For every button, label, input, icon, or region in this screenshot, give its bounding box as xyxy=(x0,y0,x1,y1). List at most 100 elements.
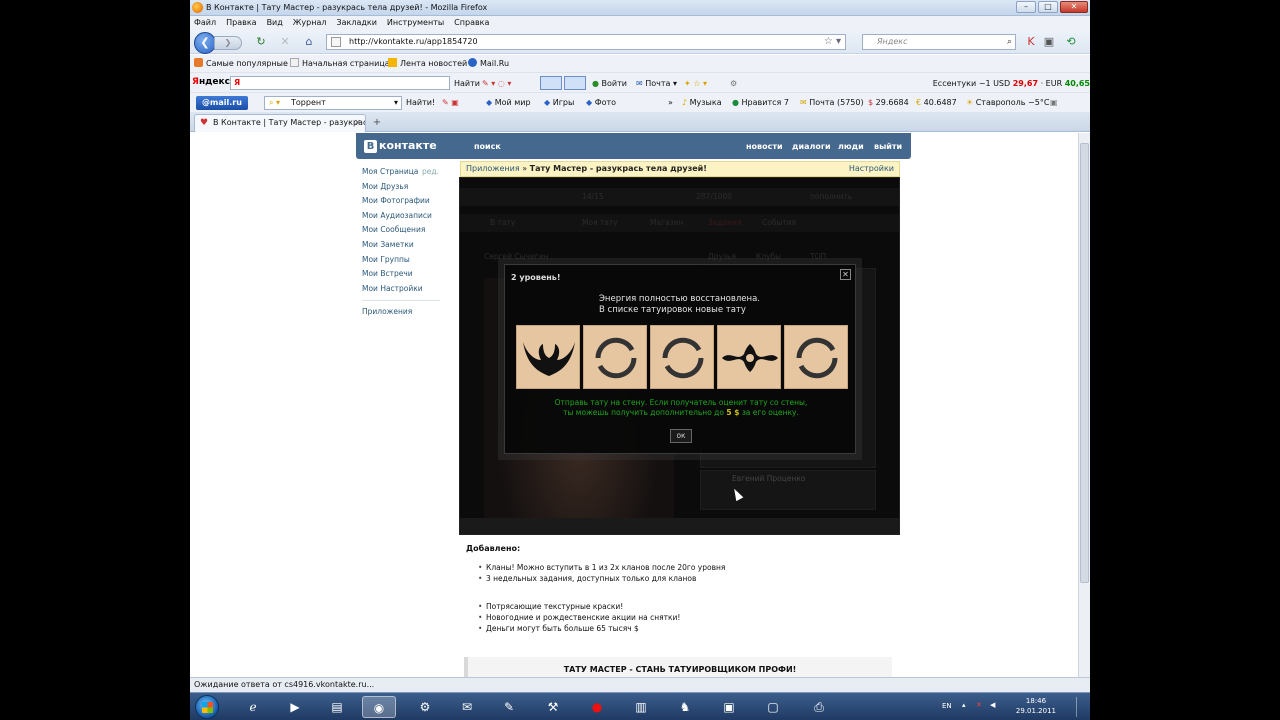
yandex-mail[interactable]: ✉ Почта ▾ xyxy=(636,79,677,88)
mailru-settings-icon[interactable]: ▣ xyxy=(1050,98,1058,107)
vk-news-link[interactable]: новости xyxy=(746,142,783,151)
mailru-music[interactable]: ♪ Музыка xyxy=(682,98,722,107)
app-taskbar-icon[interactable]: ✎ xyxy=(492,696,526,718)
yandex-settings-icon[interactable]: ⚙ xyxy=(730,79,737,88)
search-icon[interactable]: ⌕ xyxy=(1007,35,1012,49)
menu-bookmarks[interactable]: Закладки xyxy=(336,16,376,30)
bookmark-mailru[interactable]: Mail.Ru xyxy=(468,58,509,68)
vk-menu-messages[interactable]: Мои Сообщения xyxy=(362,225,452,240)
addon-frame-icon[interactable]: ▣ xyxy=(1042,35,1056,49)
volume-icon[interactable]: ◀ xyxy=(990,701,995,709)
vk-menu-photos[interactable]: Мои Фотографии xyxy=(362,196,452,211)
mailru-likes[interactable]: ● Нравится 7 xyxy=(732,98,789,107)
menu-edit[interactable]: Правка xyxy=(226,16,256,30)
bookmark-start-page[interactable]: Начальная страница xyxy=(290,58,390,68)
menu-help[interactable]: Справка xyxy=(454,16,489,30)
mailru-photo[interactable]: ◆ Фото xyxy=(586,98,616,107)
game-taskbar-icon[interactable]: ♞ xyxy=(668,696,702,718)
reload-icon[interactable]: ↻ xyxy=(254,35,268,49)
window-taskbar-icon[interactable]: ▢ xyxy=(756,696,790,718)
vk-edit-link[interactable]: ред. xyxy=(422,167,439,176)
dialog-close-button[interactable]: ✕ xyxy=(840,269,851,280)
vk-people-link[interactable]: люди xyxy=(838,142,864,151)
yandex-bonus-icon[interactable]: ✦ ☆ ▾ xyxy=(684,79,707,88)
mailru-find-button[interactable]: Найти! xyxy=(406,98,435,107)
vk-menu-my-page[interactable]: Моя Страница ред. xyxy=(362,167,452,182)
menu-file[interactable]: Файл xyxy=(194,16,216,30)
mailru-overflow-icon[interactable]: » xyxy=(668,98,673,107)
vk-menu-apps[interactable]: Приложения xyxy=(362,307,452,322)
tattoo-card-loading[interactable] xyxy=(583,325,647,389)
vk-dialogs-link[interactable]: диалоги xyxy=(792,142,831,151)
mailru-search-input[interactable]: ⌕ ▾ Торрент ▾ xyxy=(264,96,402,110)
maximize-button[interactable]: □ xyxy=(1038,1,1058,13)
stop-icon[interactable]: ✕ xyxy=(278,35,292,49)
tool-taskbar-icon[interactable]: ⚒ xyxy=(536,696,570,718)
yandex-login[interactable]: ● Войти xyxy=(592,79,627,88)
vk-menu-settings[interactable]: Мои Настройки xyxy=(362,284,452,299)
mailru-my-world[interactable]: ◆ Мой мир xyxy=(486,98,531,107)
search-input[interactable]: Яндекс ⌕ xyxy=(862,34,1016,50)
vk-menu-audio[interactable]: Мои Аудиозаписи xyxy=(362,211,452,226)
show-desktop-button[interactable] xyxy=(1076,697,1086,717)
vk-logout-link[interactable]: выйти xyxy=(874,142,902,151)
bookmark-news-feed[interactable]: Лента новостей xyxy=(388,58,467,68)
scrollbar-thumb[interactable] xyxy=(1080,143,1089,583)
tattoo-card-loading[interactable] xyxy=(784,325,848,389)
yandex-logo[interactable]: Яндекс xyxy=(192,77,230,87)
mail-taskbar-icon[interactable]: ✉ xyxy=(450,696,484,718)
menu-tools[interactable]: Инструменты xyxy=(387,16,444,30)
mailru-games[interactable]: ◆ Игры xyxy=(544,98,574,107)
yandex-find-button[interactable]: Найти xyxy=(454,79,480,88)
tattoo-card[interactable] xyxy=(717,325,781,389)
ok-button[interactable]: ок xyxy=(670,429,692,443)
vk-menu-events[interactable]: Мои Встречи xyxy=(362,269,452,284)
mailru-mail[interactable]: ✉ Почта (5750) xyxy=(800,98,864,107)
vk-menu-notes[interactable]: Мои Заметки xyxy=(362,240,452,255)
weather-city[interactable]: Ессентуки xyxy=(933,79,976,88)
explorer-taskbar-icon[interactable]: ▤ xyxy=(320,696,354,718)
tab-vkontakte[interactable]: ♥ В Контакте | Тату Мастер - разукрас...… xyxy=(194,114,366,132)
language-indicator[interactable]: EN xyxy=(942,702,952,710)
menu-history[interactable]: Журнал xyxy=(293,16,327,30)
ie-taskbar-icon[interactable]: ℯ xyxy=(236,696,270,718)
settings-taskbar-icon[interactable]: ⚙ xyxy=(408,696,442,718)
network-icon[interactable]: ✕ xyxy=(976,701,982,709)
media-taskbar-icon[interactable]: ▶ xyxy=(278,696,312,718)
address-bar[interactable]: http://vkontakte.ru/app1854720 ☆ ▾ xyxy=(326,34,846,50)
chevron-down-icon[interactable]: ▾ xyxy=(394,97,398,109)
new-tab-button[interactable]: + xyxy=(370,117,384,129)
tattoo-card-loading[interactable] xyxy=(650,325,714,389)
close-tab-icon[interactable]: ✕ xyxy=(354,115,361,131)
app-settings-link[interactable]: Настройки xyxy=(849,162,894,176)
addon-sync-icon[interactable]: ⟲ xyxy=(1064,35,1078,49)
breadcrumb-apps[interactable]: Приложения xyxy=(466,164,520,173)
home-icon[interactable]: ⌂ xyxy=(302,35,316,49)
printer-taskbar-icon[interactable]: ⎙ xyxy=(802,696,836,718)
bookmark-most-visited[interactable]: Самые популярные xyxy=(194,58,288,68)
mailru-eur[interactable]: € 40.6487 xyxy=(916,98,957,107)
archive-taskbar-icon[interactable]: ▥ xyxy=(624,696,658,718)
taskbar-clock[interactable]: 18:46 29.01.2011 xyxy=(1016,696,1056,716)
tray-arrow-icon[interactable]: ▴ xyxy=(962,701,966,709)
mailru-weather[interactable]: ☀ Ставрополь −5°C xyxy=(966,98,1049,107)
vk-search-link[interactable]: поиск xyxy=(474,142,501,151)
mailru-logo[interactable]: @mail.ru xyxy=(196,96,248,110)
bookmark-star-icon[interactable]: ☆ ▾ xyxy=(824,35,841,49)
display-taskbar-icon[interactable]: ▣ xyxy=(712,696,746,718)
vk-logo[interactable]: Bконтакте xyxy=(364,139,437,153)
yandex-toggle-button[interactable] xyxy=(540,76,562,90)
vk-menu-friends[interactable]: Мои Друзья xyxy=(362,182,452,197)
yandex-tools-icon[interactable]: ✎ ▾ ◌ ▾ xyxy=(482,79,511,88)
close-window-button[interactable]: ✕ xyxy=(1060,1,1088,13)
firefox-taskbar-icon[interactable]: ◉ xyxy=(362,696,396,718)
mailru-tools-icon[interactable]: ✎ ▣ xyxy=(442,98,459,107)
addon-k-icon[interactable]: K xyxy=(1024,35,1038,49)
tattoo-master-app[interactable]: 14/15 287/1000 пополнить В тату Моя тату… xyxy=(459,177,900,535)
minimize-button[interactable]: – xyxy=(1016,1,1036,13)
vk-menu-groups[interactable]: Мои Группы xyxy=(362,255,452,270)
tattoo-card[interactable] xyxy=(516,325,580,389)
menu-view[interactable]: Вид xyxy=(267,16,283,30)
yandex-search-input[interactable]: Я xyxy=(230,76,450,90)
mailru-usd[interactable]: $ 29.6684 xyxy=(868,98,909,107)
